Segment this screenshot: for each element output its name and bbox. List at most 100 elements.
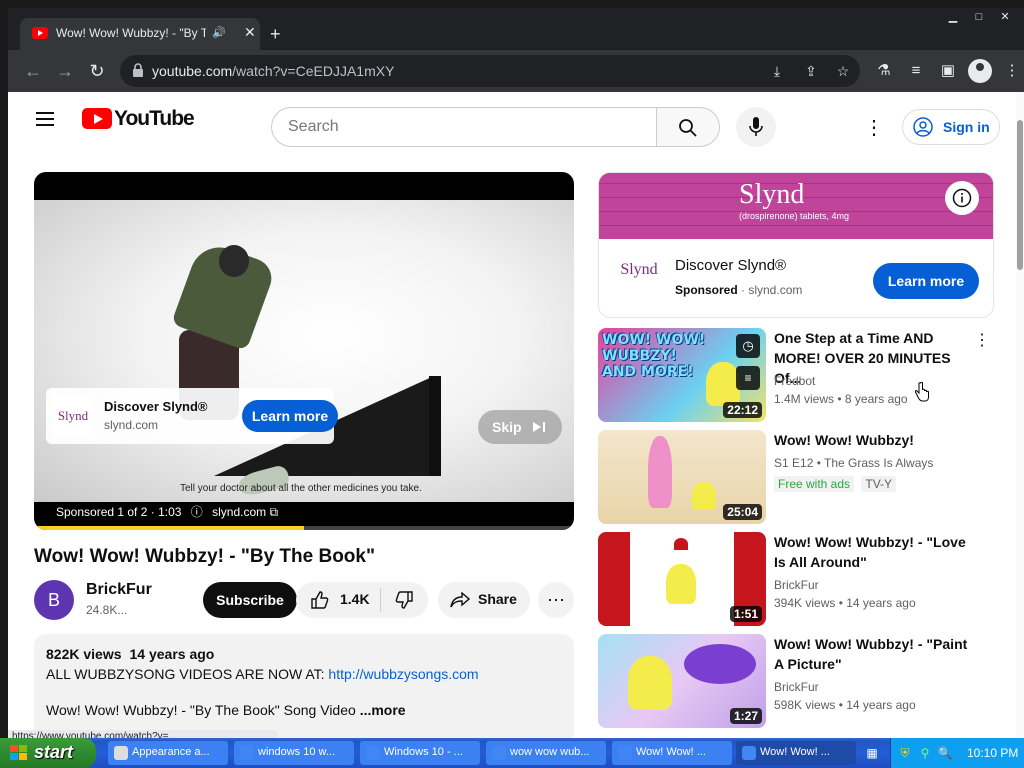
video-thumbnail[interactable]: WOW! WOW! WUBBZY! AND MORE! ◷ ≡ 22:12 xyxy=(598,328,766,422)
side-panel-icon[interactable]: ▣ xyxy=(938,61,958,81)
install-icon[interactable]: ⤓ xyxy=(768,62,786,80)
banner-ad-logo: Slynd xyxy=(620,261,658,278)
recommended-video-1[interactable]: WOW! WOW! WUBBZY! AND MORE! ◷ ≡ 22:12 On… xyxy=(598,328,998,422)
dislike-button[interactable] xyxy=(382,582,426,618)
channel-avatar[interactable]: B xyxy=(34,580,74,620)
wubbzy-character xyxy=(706,362,740,406)
like-button[interactable]: 1.4K xyxy=(296,582,380,618)
bookmark-star-icon[interactable]: ☆ xyxy=(834,62,852,80)
scrollbar-thumb[interactable] xyxy=(1017,120,1023,270)
banner-brand: Slynd xyxy=(739,179,805,210)
share-button[interactable]: Share xyxy=(438,582,530,618)
recommended-channel[interactable]: Fredbot xyxy=(774,374,815,388)
external-link-icon[interactable]: ⧉ xyxy=(270,505,279,519)
recommended-channel[interactable]: BrickFur xyxy=(774,680,819,694)
video-thumbnail[interactable]: 1:27 xyxy=(598,634,766,728)
youtube-logo-icon[interactable] xyxy=(82,108,112,129)
sponsored-domain[interactable]: slynd.com xyxy=(212,505,266,519)
voice-search-button[interactable] xyxy=(736,107,776,147)
recommended-title[interactable]: Wow! Wow! Wubbzy! xyxy=(774,430,974,450)
like-divider xyxy=(380,588,381,612)
chrome-icon xyxy=(492,746,506,760)
security-shield-icon[interactable]: ⛨ xyxy=(897,745,913,761)
share-page-icon[interactable]: ⇪ xyxy=(802,62,820,80)
banner-ad-meta: Sponsored · slynd.com xyxy=(675,283,803,297)
sign-in-button[interactable]: Sign in xyxy=(902,109,1000,145)
video-frame[interactable]: Tell your doctor about all the other med… xyxy=(34,200,574,502)
recommended-video-2[interactable]: 25:04 Wow! Wow! Wubbzy! S1 E12 • The Gra… xyxy=(598,430,998,524)
taskbar-item-active[interactable]: Wow! Wow! ... xyxy=(736,741,856,765)
start-button[interactable]: start xyxy=(0,738,96,768)
hamburger-menu-icon[interactable] xyxy=(36,112,54,126)
banner-ad-title[interactable]: Discover Slynd® xyxy=(675,257,786,274)
ad-progress-bar xyxy=(34,526,574,530)
settings-more-icon[interactable]: ⋮ xyxy=(864,110,884,146)
network-icon[interactable]: ⚲ xyxy=(917,745,933,761)
channel-name[interactable]: BrickFur xyxy=(86,581,152,599)
taskbar-item[interactable]: wow wow wub... xyxy=(486,741,606,765)
taskbar-item[interactable]: Wow! Wow! ... xyxy=(612,741,732,765)
sidebar-ad[interactable]: Slynd (drospirenone) tablets, 4mg Slynd … xyxy=(598,172,994,318)
media-queue-icon[interactable]: ≡ xyxy=(906,61,926,81)
tab-close-icon[interactable]: ✕ xyxy=(244,24,256,41)
taskbar-item[interactable]: Windows 10 - ... xyxy=(360,741,480,765)
wubbzy-character xyxy=(692,482,716,510)
ad-banner-image[interactable]: Slynd (drospirenone) tablets, 4mg xyxy=(599,173,993,239)
taskbar-item-label: Wow! Wow! ... xyxy=(760,746,830,758)
video-player[interactable]: Tell your doctor about all the other med… xyxy=(34,172,574,530)
close-window-icon[interactable]: ✕ xyxy=(994,10,1016,24)
maximize-icon[interactable]: □ xyxy=(968,10,990,24)
chrome-icon xyxy=(618,746,632,760)
forward-icon[interactable]: → xyxy=(54,60,76,82)
description-box[interactable]: 822K views 14 years ago ALL WUBBZYSONG VI… xyxy=(34,634,574,738)
keyboard-icon[interactable]: ▦ xyxy=(864,745,880,761)
recommended-video-4[interactable]: 1:27 Wow! Wow! Wubbzy! - "Paint A Pictur… xyxy=(598,634,998,728)
add-to-queue-icon[interactable]: ≡ xyxy=(736,366,760,390)
new-tab-icon[interactable]: + xyxy=(270,24,281,45)
volume-icon[interactable]: 🔍 xyxy=(937,745,953,761)
thumbnail-text: WOW! WOW! WUBBZY! AND MORE! xyxy=(602,332,706,380)
banner-learn-more-button[interactable]: Learn more xyxy=(873,263,979,299)
ad-learn-more-button[interactable]: Learn more xyxy=(242,400,338,432)
video-thumbnail[interactable]: 25:04 xyxy=(598,430,766,524)
video-thumbnail[interactable]: 1:51 xyxy=(598,532,766,626)
page-scrollbar[interactable] xyxy=(1016,92,1024,738)
recommended-channel[interactable]: BrickFur xyxy=(774,578,819,592)
speaker-icon[interactable]: 🔊 xyxy=(212,26,226,39)
search-button[interactable] xyxy=(656,107,720,147)
taskbar-item[interactable]: Appearance a... xyxy=(108,741,228,765)
dancer-head xyxy=(219,245,249,277)
watch-later-icon[interactable]: ◷ xyxy=(736,334,760,358)
description-link[interactable]: http://wubbzysongs.com xyxy=(328,666,478,682)
minimize-icon[interactable]: ▁ xyxy=(942,10,964,24)
info-icon[interactable]: ⓘ xyxy=(191,505,203,519)
labs-flask-icon[interactable]: ⚗ xyxy=(874,61,894,81)
show-more-link[interactable]: ...more xyxy=(360,702,406,718)
title-bar: Wow! Wow! Wubbzy! - "By The Book" 🔊 ✕ + … xyxy=(8,8,1024,50)
recommended-title[interactable]: Wow! Wow! Wubbzy! - "Love Is All Around" xyxy=(774,532,974,572)
search-input[interactable] xyxy=(271,107,657,147)
rating-badge: TV-Y xyxy=(861,476,897,492)
address-bar[interactable]: youtube.com/watch?v=CeEDJJA1mXY ⤓ ⇪ ☆ xyxy=(120,55,860,87)
description-prefix: ALL WUBBZYSONG VIDEOS ARE NOW AT: xyxy=(46,666,329,682)
windows-logo-icon xyxy=(10,745,27,760)
recommended-video-3[interactable]: 1:51 Wow! Wow! Wubbzy! - "Love Is All Ar… xyxy=(598,532,998,626)
browser-window: Wow! Wow! Wubbzy! - "By The Book" 🔊 ✕ + … xyxy=(8,8,1024,738)
youtube-wordmark[interactable]: YouTube xyxy=(114,107,195,131)
video-menu-icon[interactable]: ⋮ xyxy=(974,330,990,350)
clock[interactable]: 10:10 PM xyxy=(967,746,1018,760)
recommended-title[interactable]: Wow! Wow! Wubbzy! - "Paint A Picture" xyxy=(774,634,974,674)
back-icon[interactable]: ← xyxy=(22,60,44,82)
ad-info-icon[interactable] xyxy=(945,181,979,215)
taskbar-item[interactable]: windows 10 w... xyxy=(234,741,354,765)
upload-age: 14 years ago xyxy=(129,646,215,662)
more-actions-icon[interactable]: ⋯ xyxy=(538,582,574,618)
ad-overlay-card[interactable]: Slynd Discover Slynd® slynd.com Learn mo… xyxy=(46,388,338,444)
reload-icon[interactable]: ↻ xyxy=(86,60,108,82)
profile-avatar-icon[interactable] xyxy=(968,59,992,83)
subscribe-button[interactable]: Subscribe xyxy=(203,582,297,618)
taskbar: start Appearance a... windows 10 w... Wi… xyxy=(0,738,1024,768)
browser-tab[interactable]: Wow! Wow! Wubbzy! - "By The Book" 🔊 ✕ xyxy=(20,18,260,50)
skip-ad-button[interactable]: Skip xyxy=(478,410,562,444)
browser-menu-icon[interactable]: ⋮ xyxy=(1002,61,1022,81)
